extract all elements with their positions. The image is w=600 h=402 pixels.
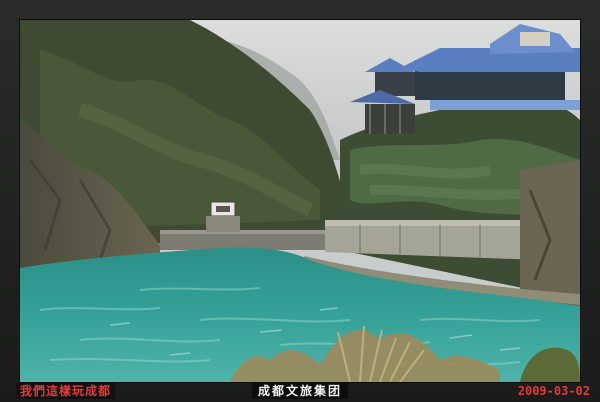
- left-bank-wall: [160, 232, 330, 250]
- watermark-center: 成都文旅集团: [252, 383, 349, 399]
- photo-date: 2009-03-02: [517, 384, 590, 398]
- river-photo: [20, 20, 580, 382]
- watermark-left: 我們這樣玩成都: [16, 383, 116, 399]
- river-scene: [20, 20, 580, 382]
